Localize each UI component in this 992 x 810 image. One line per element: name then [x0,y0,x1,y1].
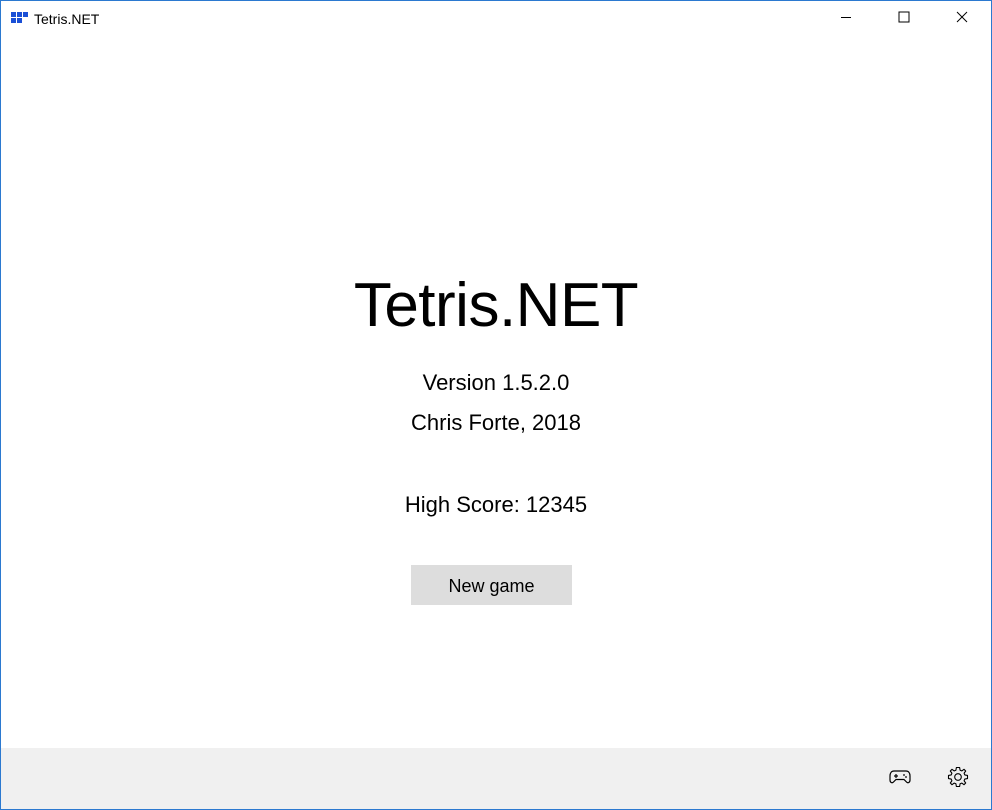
close-button[interactable] [939,1,985,37]
close-icon [956,10,968,28]
app-window: Tetris.NET Tetris.NET Version 1.5.2.0 Ch… [0,0,992,810]
minimize-button[interactable] [823,1,869,37]
version-text: Version 1.5.2.0 [422,370,570,395]
bottom-command-bar [1,748,991,809]
high-score-text: High Score: 12345 [404,492,588,517]
game-title: Tetris.NET [353,271,639,340]
maximize-button[interactable] [881,1,927,37]
tetris-block-icon [11,12,29,26]
maximize-icon [898,10,910,28]
controls-button[interactable] [885,764,915,794]
window-title: Tetris.NET [34,11,100,27]
new-game-button[interactable]: New game [411,565,572,605]
main-menu: Tetris.NET Version 1.5.2.0 Chris Forte, … [1,37,991,748]
title-bar[interactable]: Tetris.NET [1,1,991,37]
game-controller-icon [889,769,911,790]
minimize-icon [840,10,852,28]
gear-icon [947,766,969,793]
settings-button[interactable] [943,764,973,794]
author-text: Chris Forte, 2018 [411,410,581,435]
